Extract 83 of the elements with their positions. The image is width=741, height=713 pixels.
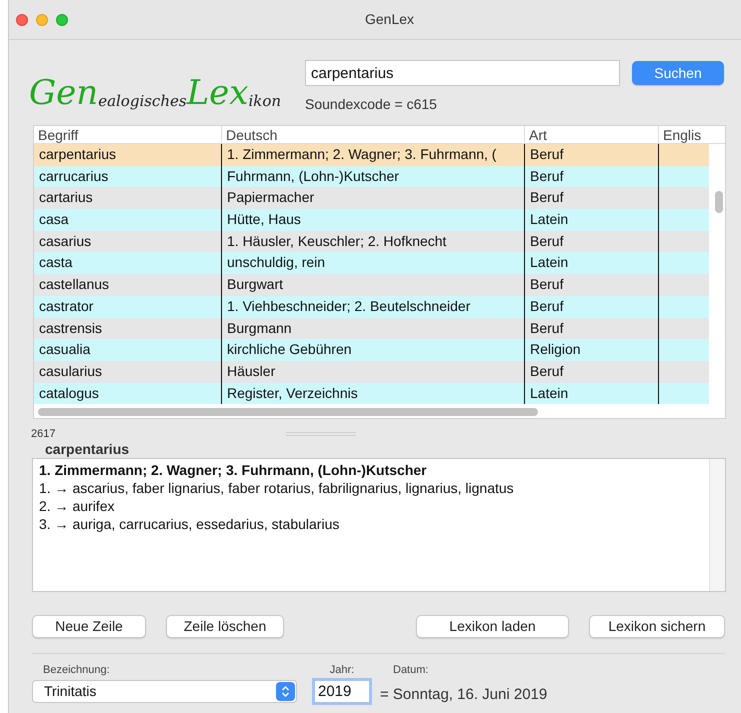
zoom-icon[interactable] xyxy=(56,14,68,26)
table-cell: Beruf xyxy=(530,168,564,184)
table-row[interactable]: catalogus Register, Verzeichnis Latein xyxy=(34,382,709,404)
table-row[interactable]: castrensis Burgmann Beruf xyxy=(34,318,709,340)
table-cell: casta xyxy=(39,254,72,270)
table-cell: Papiermacher xyxy=(227,189,314,206)
table-cell: Häusler xyxy=(227,362,276,379)
push-button[interactable]: Neue Zeile xyxy=(32,615,146,638)
table-cell: castellanus xyxy=(39,276,110,292)
table-cell: Beruf xyxy=(530,146,564,162)
detail-line: 1. Zimmermann; 2. Wagner; 3. Fuhrmann, (Lohn-)Kutscher xyxy=(39,461,428,479)
year-field[interactable]: 2019 xyxy=(312,678,372,705)
table-cell: castrator xyxy=(39,298,94,314)
detail-line: 1. → ascarius, faber lignarius, faber rotarius, fabrilignarius, lignarius, lignatus xyxy=(39,479,515,497)
column-header[interactable]: Art xyxy=(524,126,658,143)
vertical-scrollbar[interactable] xyxy=(709,459,725,591)
field-label: Jahr: xyxy=(328,663,356,677)
close-icon[interactable] xyxy=(16,14,28,26)
table-cell: catalogus xyxy=(39,384,99,401)
table-cell: Burgmann xyxy=(227,320,292,336)
table-row[interactable]: carpentarius 1. Zimmermann; 2. Wagner; 3. Fuhrmann, ( Beruf xyxy=(34,144,709,166)
count-label: 2617 xyxy=(31,426,56,442)
table-cell: Hütte, Haus xyxy=(227,211,301,228)
table-row[interactable]: castellanus Burgwart Beruf xyxy=(34,274,709,296)
table-cell: carrucarius xyxy=(39,168,108,184)
soundex-text: Soundexcode = c615 xyxy=(305,95,438,114)
horizontal-scrollbar[interactable] xyxy=(38,408,538,416)
table-cell: casualia xyxy=(39,341,90,358)
term-label: carpentarius xyxy=(45,441,130,458)
table-cell: Beruf xyxy=(530,276,564,292)
window-title: GenLex xyxy=(365,10,414,29)
table-cell: castrensis xyxy=(39,320,102,336)
stepper-icon xyxy=(276,682,295,701)
logo-text: ealogisches xyxy=(98,92,187,111)
table-cell: casarius xyxy=(39,232,92,249)
table-cell: Beruf xyxy=(530,320,564,336)
table-cell: carpentarius xyxy=(39,146,116,162)
table-cell: Latein xyxy=(530,254,568,270)
detail-line: 2. → aurifex xyxy=(39,497,116,515)
table-cell: 1. Zimmermann; 2. Wagner; 3. Fuhrmann, ( xyxy=(227,146,496,162)
table-cell: cartarius xyxy=(39,189,93,206)
table-row[interactable]: castrator 1. Viehbeschneider; 2. Beutelschneider Beruf xyxy=(34,296,709,318)
table-row[interactable]: carrucarius Fuhrmann, (Lohn-)Kutscher Beruf xyxy=(34,166,709,188)
table-cell: kirchliche Gebühren xyxy=(227,341,352,358)
table-row[interactable]: casta unschuldig, rein Latein xyxy=(34,252,709,274)
table-cell: Beruf xyxy=(530,298,564,314)
logo-text: Gen xyxy=(29,75,98,111)
table-row[interactable]: casularius Häusler Beruf xyxy=(34,360,709,383)
table-row[interactable]: casualia kirchliche Gebühren Religion xyxy=(34,339,709,361)
table-cell: Fuhrmann, (Lohn-)Kutscher xyxy=(227,168,399,184)
detail-line: 3. → auriga, carrucarius, essedarius, stabularius xyxy=(39,515,340,533)
column-header[interactable]: Englis xyxy=(658,126,709,143)
table-row[interactable]: casarius 1. Häusler, Keuschler; 2. Hofknecht Beruf xyxy=(34,230,709,252)
table-cell: casularius xyxy=(39,362,102,379)
table-cell: Religion xyxy=(530,341,581,358)
table-cell: Burgwart xyxy=(227,276,284,292)
logo-text: ikon xyxy=(248,91,282,111)
push-button[interactable]: Lexikon sichern xyxy=(589,615,725,638)
name-select[interactable]: Trinitatis xyxy=(32,680,297,703)
search-field[interactable]: carpentarius xyxy=(305,60,620,86)
field-label: Datum: xyxy=(393,663,430,677)
detail-text-area[interactable] xyxy=(32,458,726,592)
column-header[interactable]: Deutsch xyxy=(221,126,524,143)
push-button[interactable]: Zeile löschen xyxy=(166,615,284,638)
table-row[interactable]: casa Hütte, Haus Latein xyxy=(34,209,709,231)
table-cell: Latein xyxy=(530,384,568,401)
table-cell: Register, Verzeichnis xyxy=(227,384,358,401)
table-cell: Latein xyxy=(530,211,568,228)
table-cell: casa xyxy=(39,211,69,228)
field-label: Bezeichnung: xyxy=(43,663,111,677)
vertical-scrollbar[interactable] xyxy=(715,191,723,213)
table-cell: 1. Häusler, Keuschler; 2. Hofknecht xyxy=(227,232,446,249)
date-text: = Sonntag, 16. Juni 2019 xyxy=(380,685,548,705)
table-cell: Beruf xyxy=(530,189,564,206)
minimize-icon[interactable] xyxy=(36,14,48,26)
table-cell: Beruf xyxy=(530,362,564,379)
table-cell: 1. Viehbeschneider; 2. Beutelschneider xyxy=(227,298,470,314)
table-cell: Beruf xyxy=(530,232,564,249)
logo-text: Lex xyxy=(186,75,248,111)
table-row[interactable]: cartarius Papiermacher Beruf xyxy=(34,187,709,210)
push-button[interactable]: Lexikon laden xyxy=(416,615,569,638)
column-header[interactable]: Begriff xyxy=(34,126,221,143)
table-cell: unschuldig, rein xyxy=(227,254,326,270)
